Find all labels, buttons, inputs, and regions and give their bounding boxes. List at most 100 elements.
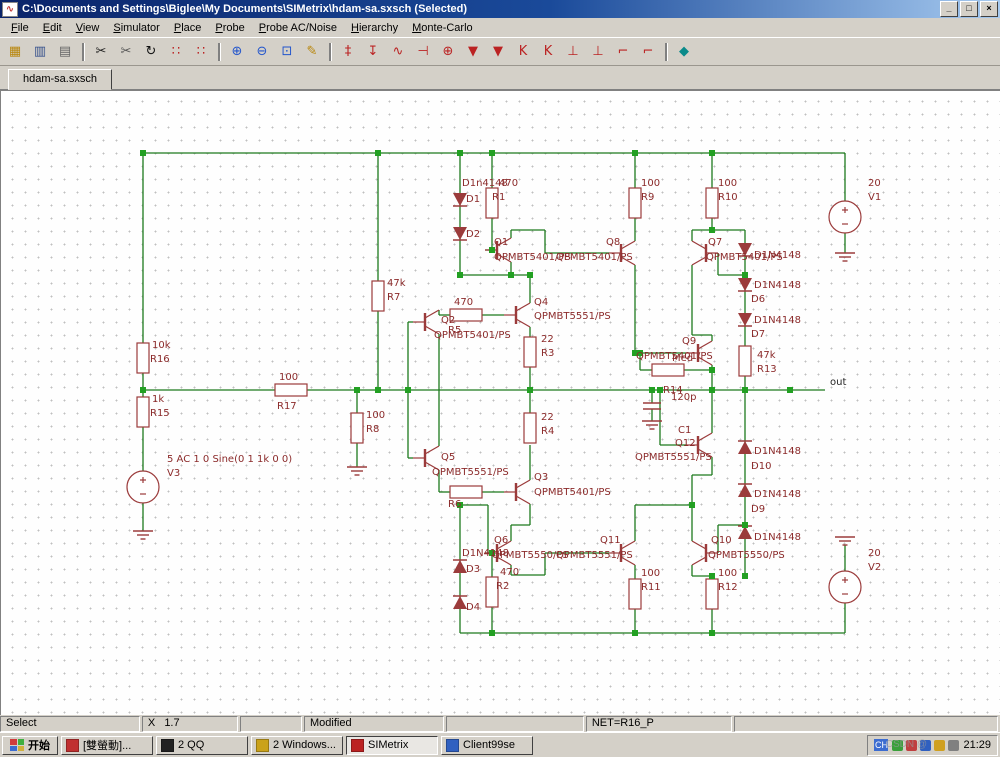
resistor-R7[interactable]: [371, 280, 385, 312]
menu-item-hierarchy[interactable]: Hierarchy: [344, 20, 405, 36]
diode-D4[interactable]: [453, 595, 467, 609]
resistor-R3[interactable]: [523, 336, 537, 368]
resistor-R13[interactable]: [738, 345, 752, 377]
resistor-R16[interactable]: [136, 342, 150, 374]
diode-D6[interactable]: [738, 278, 752, 292]
schematic-label: 470: [499, 178, 518, 189]
phase-probe-icon[interactable]: K: [536, 40, 560, 63]
cut-icon[interactable]: ✂: [89, 40, 113, 63]
menu-item-view[interactable]: View: [69, 20, 107, 36]
minimize-button[interactable]: _: [940, 1, 958, 17]
diode-D10[interactable]: [738, 440, 752, 454]
schematic-label: Q6: [494, 535, 508, 546]
schematic-drawing[interactable]: 10k R16 1k R15 5 AC 1 0 Sine(0 1 1k 0 0) V3 10…: [0, 90, 1000, 715]
diode-D7[interactable]: [738, 313, 752, 327]
transistor-Q4[interactable]: [504, 302, 531, 328]
transistor-Q3[interactable]: [504, 479, 531, 505]
schematic-label: R6: [448, 499, 461, 510]
undo-icon[interactable]: ↻: [139, 40, 163, 63]
probe-diff-icon[interactable]: ⊥: [586, 40, 610, 63]
save-icon[interactable]: ▥: [28, 40, 52, 63]
menu-item-edit[interactable]: Edit: [36, 20, 69, 36]
place-capacitor-icon[interactable]: ⊣: [411, 40, 435, 63]
annotate-pen-icon[interactable]: ✎: [300, 40, 324, 63]
zoom-out-icon[interactable]: ⊖: [250, 40, 274, 63]
junction: [709, 630, 715, 636]
diode-D2[interactable]: [453, 227, 467, 241]
wire-mode-icon[interactable]: ∷: [164, 40, 188, 63]
resistor-R15[interactable]: [136, 396, 150, 428]
resistor-R11[interactable]: [628, 578, 642, 610]
diode-D9[interactable]: [738, 483, 752, 497]
schematic-label: 22: [541, 334, 554, 345]
resistor-R17[interactable]: [274, 383, 308, 397]
menu-item-place[interactable]: Place: [167, 20, 209, 36]
source-V3[interactable]: [126, 470, 160, 504]
capacitor-C1[interactable]: [643, 402, 661, 410]
schematic-label: D1: [466, 194, 480, 205]
close-button[interactable]: ×: [980, 1, 998, 17]
schematic-label: D1N4148: [754, 489, 801, 500]
tray-icon-4[interactable]: [934, 739, 946, 751]
tray-icon-5[interactable]: [948, 739, 960, 751]
resistor-R14[interactable]: [651, 363, 685, 377]
schematic-label: 100: [366, 410, 385, 421]
taskbar-button-[interactable]: [雙螢動]...: [61, 735, 153, 755]
schematic-label: Q8: [606, 237, 620, 248]
tray-icon-2[interactable]: [906, 739, 918, 751]
taskbar-button-2-windows[interactable]: 2 Windows...: [251, 735, 343, 755]
taskbar-clock: 21:29: [963, 739, 991, 751]
menu-item-probe[interactable]: Probe: [208, 20, 251, 36]
source-V2[interactable]: [828, 570, 862, 604]
flag-quadrant: [10, 739, 17, 745]
menu-item-file[interactable]: File: [4, 20, 36, 36]
voltage-probe-icon[interactable]: ▼: [461, 40, 485, 63]
place-wire-icon[interactable]: ‡: [336, 40, 360, 63]
schematic-label: R12: [718, 582, 738, 593]
schematic-canvas[interactable]: 10k R16 1k R15 5 AC 1 0 Sine(0 1 1k 0 0) V3 10…: [0, 90, 1000, 715]
tab-hdam-sa[interactable]: hdam-sa.sxsch: [8, 69, 112, 90]
resistor-R12[interactable]: [705, 578, 719, 610]
tray-icon-3[interactable]: [920, 739, 932, 751]
diode-D3[interactable]: [453, 559, 467, 573]
windows-flag-icon: [10, 739, 24, 751]
resistor-R8[interactable]: [350, 412, 364, 444]
current-probe-icon[interactable]: ▼: [486, 40, 510, 63]
taskbar-button-simetrix[interactable]: SIMetrix: [346, 735, 438, 755]
new-sheet-icon[interactable]: ▤: [53, 40, 77, 63]
resistor-R10[interactable]: [705, 187, 719, 219]
diode-D1[interactable]: [453, 193, 467, 207]
resistor-R9[interactable]: [628, 187, 642, 219]
menu-item-monte-carlo[interactable]: Monte-Carlo: [405, 20, 480, 36]
schematic-label: QPMBT5551/PS: [534, 311, 611, 322]
taskbar-button-2-qq[interactable]: 2 QQ: [156, 735, 248, 755]
task-button-label: 2 Windows...: [273, 739, 336, 751]
menu-item-probe-ac-noise[interactable]: Probe AC/Noise: [252, 20, 344, 36]
schematic-label: 120p: [671, 392, 696, 403]
language-indicator[interactable]: CH: [874, 739, 889, 751]
maximize-button[interactable]: □: [960, 1, 978, 17]
start-button[interactable]: 开始: [2, 735, 58, 755]
open-icon[interactable]: ▦: [3, 40, 27, 63]
zoom-in-icon[interactable]: ⊕: [225, 40, 249, 63]
copy-icon[interactable]: ✂: [114, 40, 138, 63]
bus-mode-icon[interactable]: ∷: [189, 40, 213, 63]
place-ground-icon[interactable]: ↧: [361, 40, 385, 63]
source-V1[interactable]: [828, 200, 862, 234]
bracket-probe-1-icon[interactable]: ⌐: [611, 40, 635, 63]
place-sine-source-icon[interactable]: ∿: [386, 40, 410, 63]
taskbar-button-client99se[interactable]: Client99se: [441, 735, 533, 755]
menu-item-simulator[interactable]: Simulator: [106, 20, 166, 36]
title-bar[interactable]: ∿ C:\Documents and Settings\Biglee\My Do…: [0, 0, 1000, 18]
gain-probe-icon[interactable]: K: [511, 40, 535, 63]
probe-fixed-icon[interactable]: ⊥: [561, 40, 585, 63]
zoom-area-icon[interactable]: ⊡: [275, 40, 299, 63]
tray-icon-1[interactable]: [892, 739, 904, 751]
resistor-R6[interactable]: [449, 485, 483, 499]
junction: [527, 272, 533, 278]
bracket-probe-2-icon[interactable]: ⌐: [636, 40, 660, 63]
junction: [649, 387, 655, 393]
resistor-R4[interactable]: [523, 412, 537, 444]
place-voltage-source-icon[interactable]: ⊕: [436, 40, 460, 63]
run-simulation-icon[interactable]: ◆: [672, 40, 696, 63]
